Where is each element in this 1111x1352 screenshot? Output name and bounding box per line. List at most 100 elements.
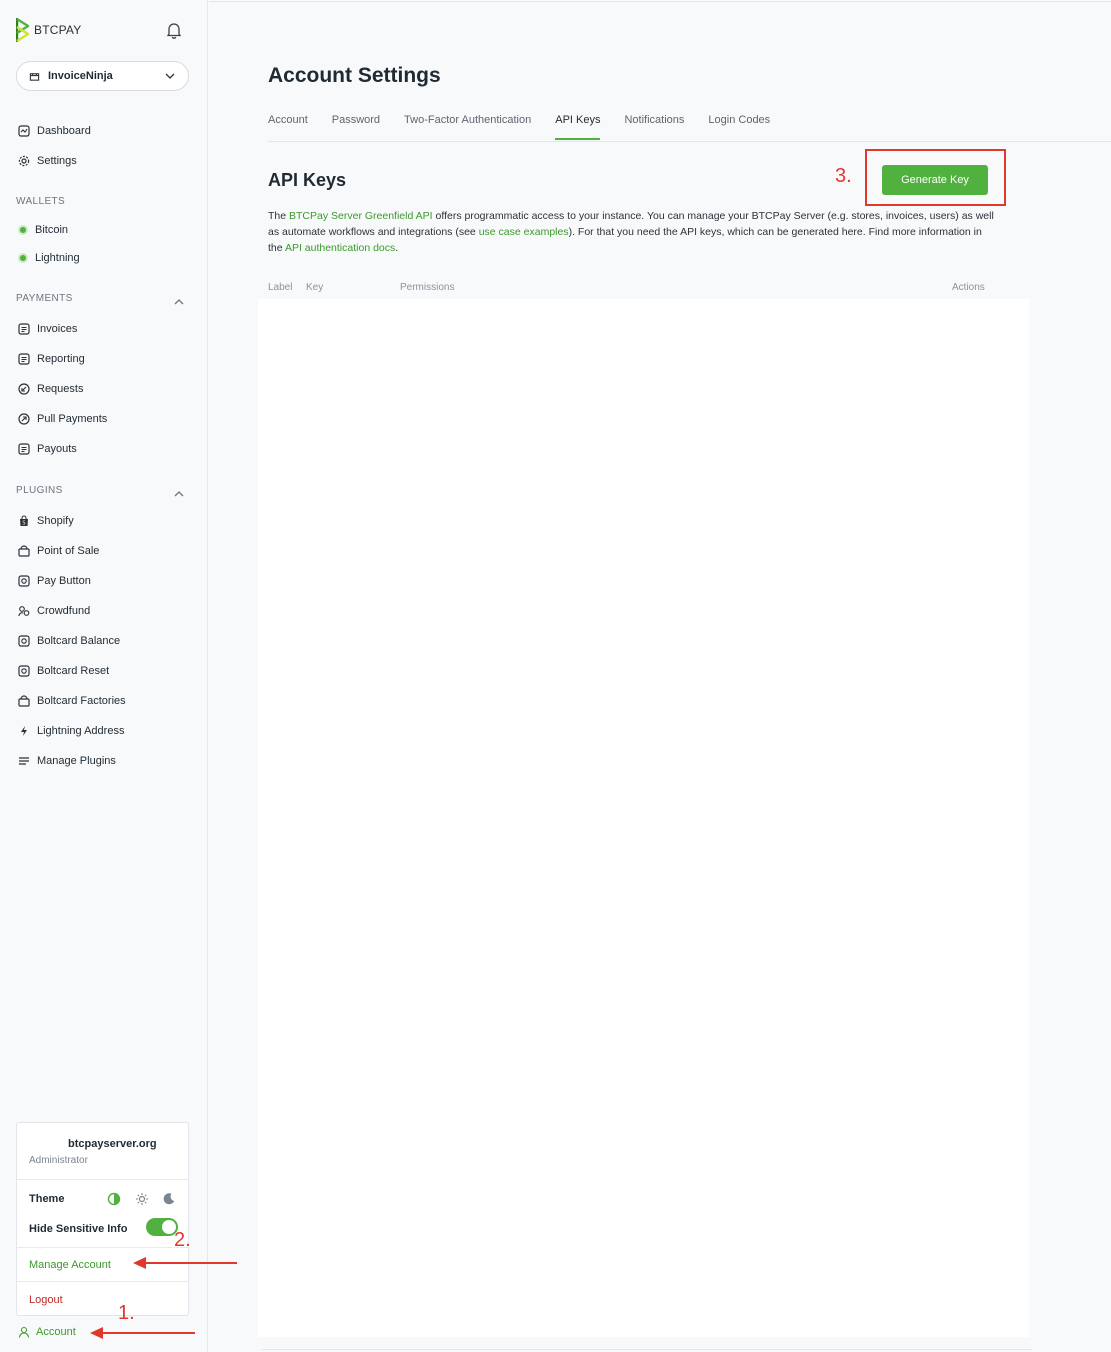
boltcard-balance-icon [18,635,30,647]
nav-point-of-sale[interactable]: Point of Sale [18,543,99,559]
boltcard-factories-icon [18,695,30,707]
account-link-label: Account [36,1326,76,1338]
boltcard-reset-icon [18,665,30,677]
theme-label: Theme [29,1193,65,1205]
nav-boltcard-balance[interactable]: Boltcard Balance [18,633,120,649]
greenfield-api-link[interactable]: BTCPay Server Greenfield API [289,210,433,222]
theme-light-icon[interactable] [135,1192,149,1211]
column-header-label: Label [268,282,293,293]
store-name: InvoiceNinja [48,70,113,82]
nav-boltcard-balance-label: Boltcard Balance [37,635,121,647]
manage-account-link[interactable]: Manage Account [29,1259,111,1271]
nav-manage-plugins[interactable]: Manage Plugins [18,753,116,769]
nav-invoices-label: Invoices [37,323,78,335]
nav-shopify-label: Shopify [37,515,74,527]
invoice-icon [18,323,30,335]
account-org: btcpayserver.org [68,1138,157,1150]
chevron-up-icon[interactable] [173,486,185,504]
tab-password[interactable]: Password [332,114,380,140]
annotation-step-1: 1. [118,1302,135,1324]
annotation-arrow-head-2 [133,1257,146,1269]
nav-boltcard-factories-label: Boltcard Factories [37,695,126,707]
nav-shopify[interactable]: S Shopify [18,513,74,529]
report-icon [18,353,30,365]
crowdfund-icon [18,606,30,617]
annotation-step-2: 2. [174,1229,191,1251]
annotation-arrow-1 [102,1332,195,1334]
column-header-actions: Actions [952,282,985,293]
settings-tabs: Account Password Two-Factor Authenticati… [268,114,794,140]
shopify-bag-icon: S [20,515,28,527]
tab-two-factor[interactable]: Two-Factor Authentication [404,114,531,140]
nav-requests[interactable]: Requests [18,381,83,397]
account-link[interactable]: Account [18,1326,76,1338]
footer-divider [262,1349,1032,1350]
list-icon [19,757,29,765]
hide-sensitive-label: Hide Sensitive Info [29,1223,128,1235]
tab-api-keys[interactable]: API Keys [555,114,601,140]
avatar [29,1127,67,1153]
nav-boltcard-reset[interactable]: Boltcard Reset [18,663,109,679]
nav-requests-label: Requests [37,383,84,395]
store-selector[interactable]: InvoiceNinja [16,61,189,91]
nav-reporting-label: Reporting [37,353,85,365]
nav-crowdfund-label: Crowdfund [37,605,91,617]
nav-payouts[interactable]: Payouts [18,441,77,457]
nav-lightning-address-label: Lightning Address [37,725,125,737]
divider [17,1281,188,1282]
account-role: Administrator [29,1155,88,1166]
nav-settings-label: Settings [37,155,77,167]
nav-dashboard[interactable]: Dashboard [18,123,91,139]
request-icon [18,383,30,395]
nav-lightning[interactable]: Lightning [18,250,80,266]
description-text: The [268,210,290,222]
nav-reporting[interactable]: Reporting [18,351,85,367]
nav-invoices[interactable]: Invoices [18,321,77,337]
use-case-examples-link[interactable]: use case examples [479,226,569,238]
sidebar: BTCPAY InvoiceNinja Dashboard Settings W… [0,0,208,1352]
btcpay-logo-icon [16,18,30,42]
svg-text:S: S [22,521,25,527]
nav-crowdfund[interactable]: Crowdfund [18,603,90,619]
api-auth-docs-link[interactable]: API authentication docs [285,242,395,254]
nav-point-of-sale-label: Point of Sale [37,545,100,557]
nav-boltcard-factories[interactable]: Boltcard Factories [18,693,126,709]
tabs-divider [268,141,1111,142]
column-header-permissions: Permissions [400,282,455,293]
tab-account[interactable]: Account [268,114,308,140]
api-keys-table-body [258,299,1029,1337]
payout-icon [18,443,30,455]
nav-lightning-address[interactable]: Lightning Address [18,723,124,739]
column-header-key: Key [306,282,324,293]
brand-logo[interactable]: BTCPAY [16,18,81,42]
pos-icon [18,545,30,557]
nav-settings[interactable]: Settings [18,153,77,169]
user-icon [18,1326,30,1338]
lightning-bolt-icon [21,726,27,736]
notifications-bell-icon[interactable] [164,20,184,45]
logout-link[interactable]: Logout [29,1294,63,1306]
page-title: Account Settings [268,64,441,87]
chevron-up-icon[interactable] [173,294,185,312]
theme-system-icon[interactable] [107,1192,121,1211]
nav-pay-button[interactable]: Pay Button [18,573,91,589]
tab-notifications[interactable]: Notifications [624,114,684,140]
nav-payouts-label: Payouts [37,443,77,455]
description-text: . [395,242,399,254]
tab-login-codes[interactable]: Login Codes [708,114,770,140]
section-wallets-title: WALLETS [16,196,66,207]
nav-bitcoin[interactable]: Bitcoin [18,222,68,238]
pull-payment-icon [18,413,30,425]
section-title: API Keys [268,170,347,190]
annotation-arrow-2 [145,1262,237,1264]
dashboard-icon [18,125,30,137]
status-dot-icon [18,225,28,235]
api-keys-description: The BTCPay Server Greenfield API offers … [268,208,998,256]
theme-dark-icon[interactable] [162,1192,176,1211]
pay-button-icon [18,575,30,587]
status-dot-icon [18,253,28,263]
gear-icon [18,155,30,167]
nav-pull-payments[interactable]: Pull Payments [18,411,107,427]
section-payments-title: PAYMENTS [16,293,73,304]
annotation-highlight-box [865,149,1006,206]
